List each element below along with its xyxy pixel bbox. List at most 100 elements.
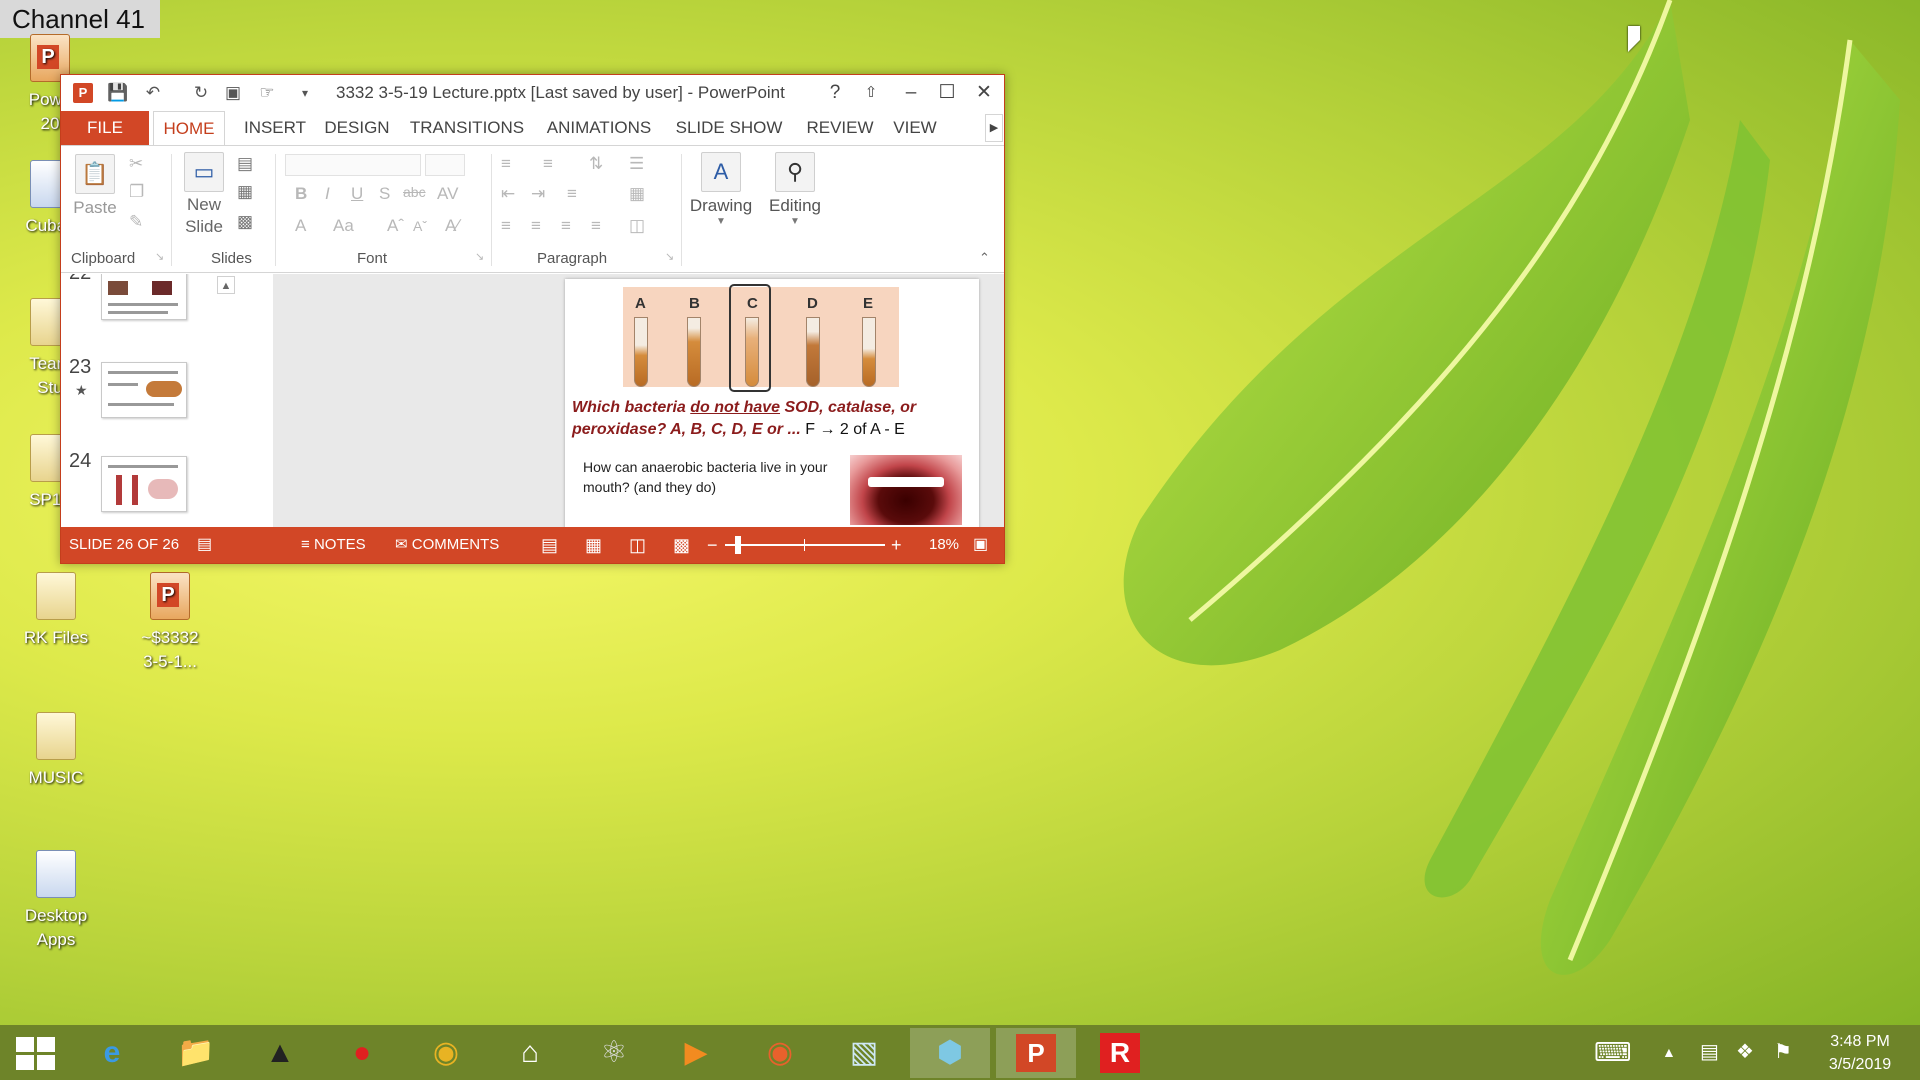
line-spacing-icon[interactable]: ⇅ bbox=[589, 154, 603, 174]
cut-icon[interactable]: ✂ bbox=[129, 154, 143, 174]
zoom-out-icon[interactable]: − bbox=[707, 527, 718, 563]
align-text-icon[interactable]: ▦ bbox=[629, 184, 645, 204]
paste-button[interactable]: 📋 Paste bbox=[69, 154, 121, 218]
tab-animations[interactable]: ANIMATIONS bbox=[540, 111, 658, 145]
tab-view[interactable]: VIEW bbox=[887, 111, 943, 145]
slide-editing-area[interactable]: A B C D E Which bacteria do not have SOD… bbox=[273, 274, 1004, 527]
ribbon-display-options-icon[interactable]: ⇧ bbox=[858, 81, 884, 105]
format-painter-icon[interactable]: ✎ bbox=[129, 212, 143, 232]
desktop-icon-temp-pptx[interactable]: ~$3332 3-5-1... bbox=[120, 572, 220, 674]
minimize-button[interactable]: – bbox=[898, 81, 924, 105]
comments-button[interactable]: ✉ COMMENTS bbox=[395, 527, 499, 563]
home-app-icon[interactable]: ⌂ bbox=[490, 1028, 570, 1078]
tab-insert[interactable]: INSERT bbox=[241, 111, 309, 145]
tabs-scroll-right-icon[interactable]: ▶ bbox=[985, 114, 1003, 142]
editing-button[interactable]: ⚲ Editing ▼ bbox=[761, 152, 829, 227]
paragraph-dialog-launcher-icon[interactable]: ↘ bbox=[665, 250, 674, 263]
justify-icon[interactable]: ≡ bbox=[591, 216, 601, 236]
zoom-level[interactable]: 18% bbox=[929, 527, 959, 563]
change-case-icon[interactable]: Aa bbox=[333, 216, 354, 236]
notes-button[interactable]: ≡ NOTES bbox=[301, 527, 366, 563]
thumbnails-scroll-up-icon[interactable]: ▲ bbox=[217, 276, 235, 294]
notepad-icon[interactable]: ▧ bbox=[824, 1028, 904, 1078]
font-size-dropdown[interactable] bbox=[425, 154, 465, 176]
desktop-icon-rk-files[interactable]: RK Files bbox=[6, 572, 106, 650]
numbering-icon[interactable]: ≡ bbox=[543, 154, 553, 174]
maximize-button[interactable]: ☐ bbox=[934, 81, 960, 105]
powerpoint-taskbar-icon[interactable]: P bbox=[996, 1028, 1076, 1078]
decrease-font-size-icon[interactable]: Aˇ bbox=[413, 218, 427, 234]
align-left-icon[interactable]: ≡ bbox=[501, 216, 511, 236]
slide-thumbnail[interactable] bbox=[101, 274, 187, 320]
touch-mode-icon[interactable]: ☞ bbox=[257, 83, 277, 103]
close-button[interactable]: ✕ bbox=[971, 81, 997, 105]
open-mouth-image[interactable] bbox=[850, 455, 962, 525]
show-hidden-icons-icon[interactable]: ▲ bbox=[1662, 1025, 1676, 1080]
tab-design[interactable]: DESIGN bbox=[321, 111, 393, 145]
tab-home[interactable]: HOME bbox=[153, 111, 225, 145]
windows-start-icon[interactable] bbox=[16, 1037, 56, 1071]
tab-review[interactable]: REVIEW bbox=[799, 111, 881, 145]
video-app-icon[interactable]: ▶ bbox=[656, 1028, 736, 1078]
network-app-icon[interactable]: ⚛ bbox=[574, 1028, 654, 1078]
font-dialog-launcher-icon[interactable]: ↘ bbox=[475, 250, 484, 263]
customize-toolbar-icon[interactable]: ▾ bbox=[295, 83, 315, 103]
cloud-app-icon[interactable]: ● bbox=[322, 1028, 402, 1078]
desktop-icon-desktop-apps[interactable]: Desktop Apps bbox=[6, 850, 106, 952]
mouth-question[interactable]: How can anaerobic bacteria live in your … bbox=[583, 457, 843, 497]
increase-indent-icon[interactable]: ⇥ bbox=[531, 184, 545, 204]
increase-font-size-icon[interactable]: Aˆ bbox=[387, 216, 404, 236]
font-color-icon[interactable]: A bbox=[295, 216, 306, 236]
italic-icon[interactable]: I bbox=[325, 184, 330, 204]
undo-icon[interactable]: ↶ bbox=[143, 83, 163, 103]
underline-icon[interactable]: U bbox=[351, 184, 363, 204]
media-app-icon[interactable]: ▲ bbox=[240, 1028, 320, 1078]
taskbar-clock[interactable]: 3:48 PM 3/5/2019 bbox=[1818, 1030, 1902, 1076]
slide-question[interactable]: Which bacteria do not have SOD, catalase… bbox=[572, 397, 972, 441]
slide-thumbnail[interactable] bbox=[101, 456, 187, 512]
save-icon[interactable]: 💾 bbox=[107, 83, 128, 103]
section-icon[interactable]: ▩ bbox=[237, 212, 253, 232]
align-center-icon[interactable]: ≡ bbox=[531, 216, 541, 236]
start-from-beginning-icon[interactable]: ▣ bbox=[223, 83, 243, 103]
slide-sorter-view-icon[interactable]: ▦ bbox=[585, 527, 602, 563]
slide-show-view-icon[interactable]: ▩ bbox=[673, 527, 690, 563]
zoom-slider[interactable] bbox=[725, 544, 885, 546]
align-right-icon[interactable]: ≡ bbox=[561, 216, 571, 236]
powerpoint-logo-icon[interactable]: P bbox=[73, 83, 93, 103]
reading-view-icon[interactable]: ◫ bbox=[629, 527, 646, 563]
slide-thumbnail[interactable] bbox=[101, 362, 187, 418]
current-slide[interactable]: A B C D E Which bacteria do not have SOD… bbox=[565, 279, 979, 527]
character-spacing-icon[interactable]: AV bbox=[437, 184, 458, 204]
zoom-slider-thumb[interactable] bbox=[735, 536, 741, 554]
font-name-dropdown[interactable] bbox=[285, 154, 421, 176]
fit-to-window-icon[interactable]: ▣ bbox=[973, 527, 988, 563]
chrome-icon[interactable]: ◉ bbox=[406, 1028, 486, 1078]
columns-icon[interactable]: ☰ bbox=[629, 154, 644, 174]
decrease-indent-icon[interactable]: ⇤ bbox=[501, 184, 515, 204]
tab-file[interactable]: FILE bbox=[61, 111, 149, 145]
clipboard-dialog-launcher-icon[interactable]: ↘ bbox=[155, 250, 164, 263]
bold-icon[interactable]: B bbox=[295, 184, 307, 204]
help-icon[interactable]: ? bbox=[822, 81, 848, 105]
network-signal-icon[interactable]: ▤ bbox=[1700, 1025, 1719, 1080]
dropbox-icon[interactable]: ❖ bbox=[1736, 1025, 1754, 1080]
zoom-in-icon[interactable]: + bbox=[891, 527, 902, 563]
copy-icon[interactable]: ❐ bbox=[129, 182, 144, 202]
desktop-icon-music[interactable]: MUSIC bbox=[6, 712, 106, 790]
touch-keyboard-icon[interactable]: ⌨ bbox=[1594, 1025, 1632, 1080]
strikethrough-icon[interactable]: abc bbox=[403, 184, 426, 200]
text-direction-icon[interactable]: ≡ bbox=[567, 184, 577, 204]
internet-explorer-icon[interactable]: e bbox=[72, 1028, 152, 1078]
action-center-flag-icon[interactable]: ⚑ bbox=[1774, 1025, 1792, 1080]
firefox-icon[interactable]: ◉ bbox=[740, 1028, 820, 1078]
normal-view-icon[interactable]: ▤ bbox=[541, 527, 558, 563]
r-app-icon[interactable]: R bbox=[1080, 1028, 1160, 1078]
file-explorer-icon[interactable]: 📁 bbox=[156, 1028, 236, 1078]
layout-icon[interactable]: ▤ bbox=[237, 154, 253, 174]
tab-slide-show[interactable]: SLIDE SHOW bbox=[669, 111, 789, 145]
clear-formatting-icon[interactable]: A∕ bbox=[445, 216, 459, 236]
drawing-button[interactable]: A Drawing ▼ bbox=[687, 152, 755, 227]
collapse-ribbon-icon[interactable]: ⌃ bbox=[979, 250, 990, 266]
redo-icon[interactable]: ↻ bbox=[191, 83, 211, 103]
